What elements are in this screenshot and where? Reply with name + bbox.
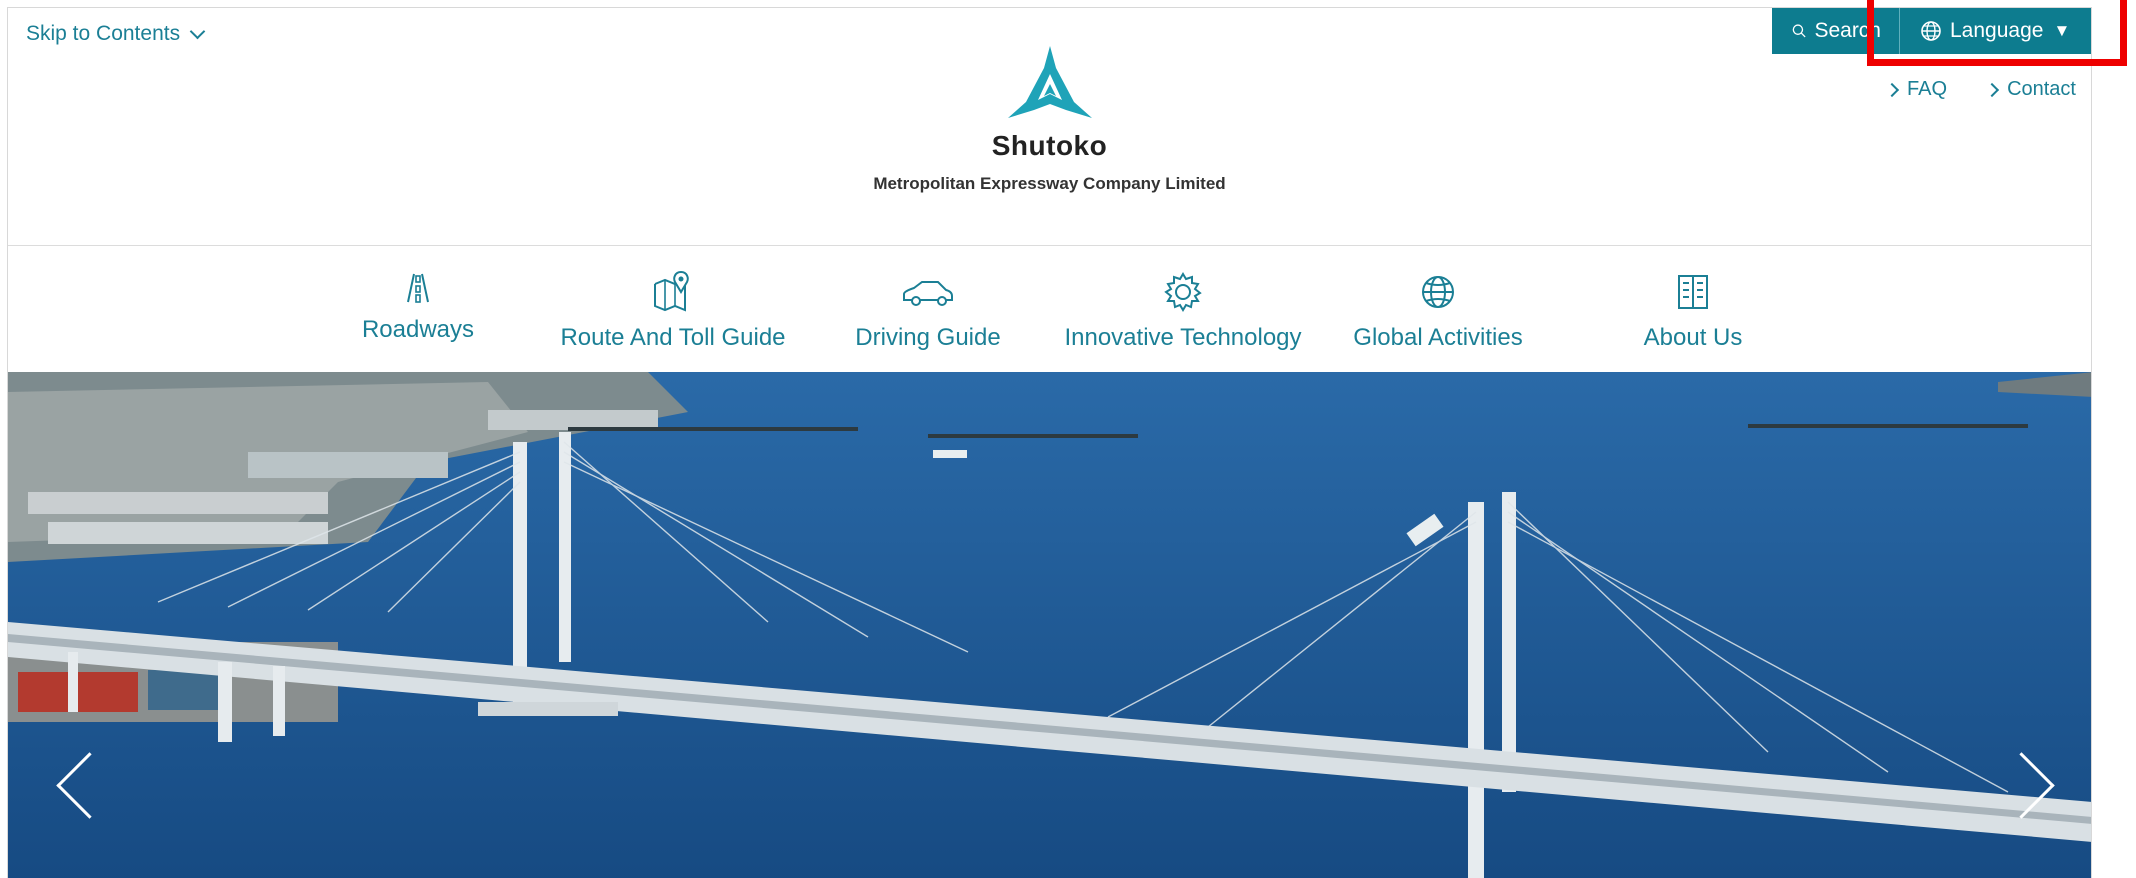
skip-to-contents-link[interactable]: Skip to Contents [26,22,206,46]
map-pin-icon [654,270,689,312]
gear-icon [1164,272,1202,312]
brand[interactable]: Shutoko Metropolitan Expressway Company … [8,44,2091,194]
chevron-down-icon [189,23,206,39]
skip-to-contents-label: Skip to Contents [26,22,181,45]
nav-label-driving-guide: Driving Guide [855,324,1001,351]
search-icon [1792,24,1806,38]
road-icon [407,273,429,303]
main-nav: Roadways Route And Toll Guide Driving Gu… [8,270,2091,370]
nav-label-innovative-technology: Innovative Technology [1064,324,1302,351]
globe-icon [1422,276,1454,308]
header-divider [8,245,2091,246]
brand-subtitle: Metropolitan Expressway Company Limited [873,174,1226,193]
nav-label-roadways: Roadways [361,316,475,343]
shutoko-logo-icon [1007,46,1092,118]
nav-item-innovative-technology[interactable]: Innovative Technology [1063,270,1303,352]
nav-item-global-activities[interactable]: Global Activities [1318,270,1558,352]
hero-carousel[interactable] [8,372,2091,878]
nav-item-about-us[interactable]: About Us [1573,270,1813,352]
highlight-box [1867,0,2127,66]
building-icon [1678,275,1708,309]
nav-item-roadways[interactable]: Roadways [298,270,538,344]
nav-label-about-us: About Us [1643,324,1743,351]
nav-item-route-and-toll-guide[interactable]: Route And Toll Guide [553,270,793,352]
nav-label-route-and-toll-guide: Route And Toll Guide [560,324,786,351]
hero-image [8,372,2091,878]
nav-label-global-activities: Global Activities [1353,324,1523,351]
page: Skip to Contents Search Language ▼ FAQ C… [7,7,2092,878]
brand-name: Shutoko [991,130,1108,161]
nav-item-driving-guide[interactable]: Driving Guide [808,270,1048,352]
car-icon [903,281,953,306]
